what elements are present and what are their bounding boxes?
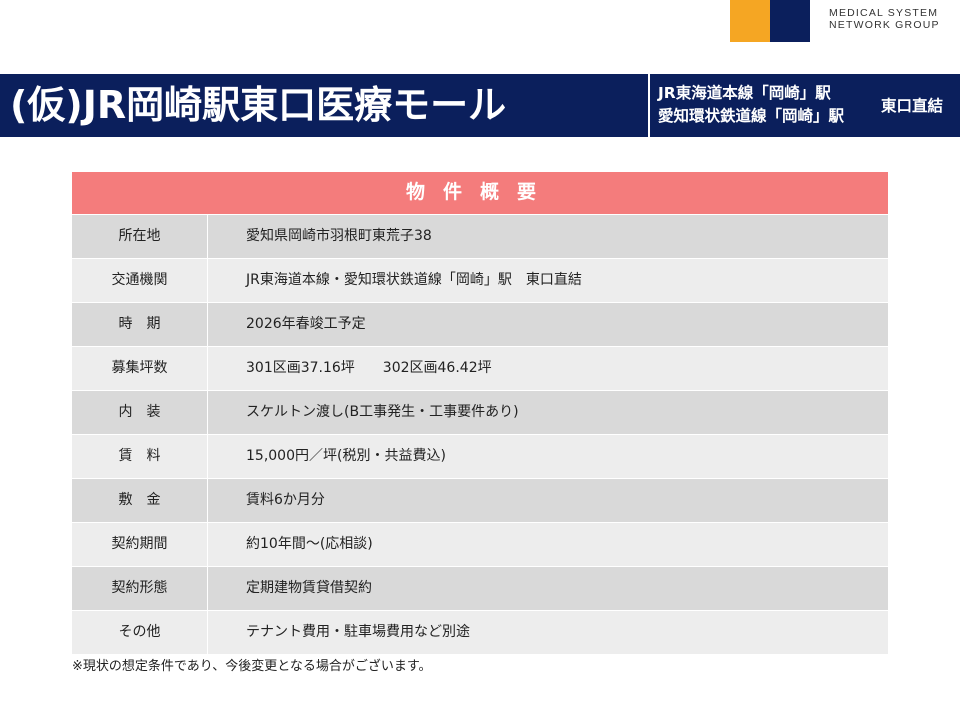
table-row: 時 期 2026年春竣工予定 xyxy=(72,302,888,346)
footnote: ※現状の想定条件であり、今後変更となる場合がございます。 xyxy=(72,659,432,674)
row-label: 内 装 xyxy=(72,391,207,434)
row-value: 301区画37.16坪 302区画46.42坪 xyxy=(208,347,888,390)
station-line-1: JR東海道本線「岡崎」駅 xyxy=(658,84,831,102)
row-value: 15,000円／坪(税別・共益費込) xyxy=(208,435,888,478)
row-value: 約10年間～(応相談) xyxy=(208,523,888,566)
row-value: 定期建物賃貸借契約 xyxy=(208,567,888,610)
table-row: 募集坪数 301区画37.16坪 302区画46.42坪 xyxy=(72,346,888,390)
row-label: 所在地 xyxy=(72,215,207,258)
logo-navy-block xyxy=(770,0,810,42)
row-label: 募集坪数 xyxy=(72,347,207,390)
table-row: 所在地 愛知県岡崎市羽根町東荒子38 xyxy=(72,214,888,258)
table-row: その他 テナント費用・駐車場費用など別途 xyxy=(72,610,888,654)
property-summary-table: 物件概要 所在地 愛知県岡崎市羽根町東荒子38 交通機関 JR東海道本線・愛知環… xyxy=(72,172,888,654)
row-value: 2026年春竣工予定 xyxy=(208,303,888,346)
title-divider xyxy=(648,74,650,137)
page-title: (仮)JR岡崎駅東口医療モール xyxy=(10,83,507,127)
row-value: スケルトン渡し(B工事発生・工事要件あり) xyxy=(208,391,888,434)
logo-line-1: MEDICAL SYSTEM xyxy=(829,7,939,19)
row-value: 賃料6か月分 xyxy=(208,479,888,522)
row-label: 賃 料 xyxy=(72,435,207,478)
row-value: 愛知県岡崎市羽根町東荒子38 xyxy=(208,215,888,258)
company-logo: MEDICAL SYSTEM NETWORK GROUP xyxy=(728,0,960,44)
row-label: 契約期間 xyxy=(72,523,207,566)
table-row: 契約形態 定期建物賃貸借契約 xyxy=(72,566,888,610)
station-info: JR東海道本線「岡崎」駅 愛知環状鉄道線「岡崎」駅 xyxy=(658,82,844,128)
row-label: その他 xyxy=(72,611,207,654)
row-label: 時 期 xyxy=(72,303,207,346)
table-body: 所在地 愛知県岡崎市羽根町東荒子38 交通機関 JR東海道本線・愛知環状鉄道線「… xyxy=(72,214,888,654)
row-label: 交通機関 xyxy=(72,259,207,302)
logo-line-2: NETWORK GROUP xyxy=(829,19,940,31)
row-value: テナント費用・駐車場費用など別途 xyxy=(208,611,888,654)
title-band: (仮)JR岡崎駅東口医療モール JR東海道本線「岡崎」駅 愛知環状鉄道線「岡崎」… xyxy=(0,74,960,137)
row-label: 契約形態 xyxy=(72,567,207,610)
logo-gold-block xyxy=(730,0,770,42)
row-label: 敷 金 xyxy=(72,479,207,522)
table-row: 敷 金 賃料6か月分 xyxy=(72,478,888,522)
table-row: 契約期間 約10年間～(応相談) xyxy=(72,522,888,566)
table-row: 交通機関 JR東海道本線・愛知環状鉄道線「岡崎」駅 東口直結 xyxy=(72,258,888,302)
table-heading: 物件概要 xyxy=(72,172,888,214)
exit-label: 東口直結 xyxy=(881,97,944,115)
station-line-2: 愛知環状鉄道線「岡崎」駅 xyxy=(658,107,845,125)
row-value: JR東海道本線・愛知環状鉄道線「岡崎」駅 東口直結 xyxy=(208,259,888,302)
table-row: 内 装 スケルトン渡し(B工事発生・工事要件あり) xyxy=(72,390,888,434)
table-row: 賃 料 15,000円／坪(税別・共益費込) xyxy=(72,434,888,478)
logo-text: MEDICAL SYSTEM NETWORK GROUP xyxy=(829,7,940,31)
